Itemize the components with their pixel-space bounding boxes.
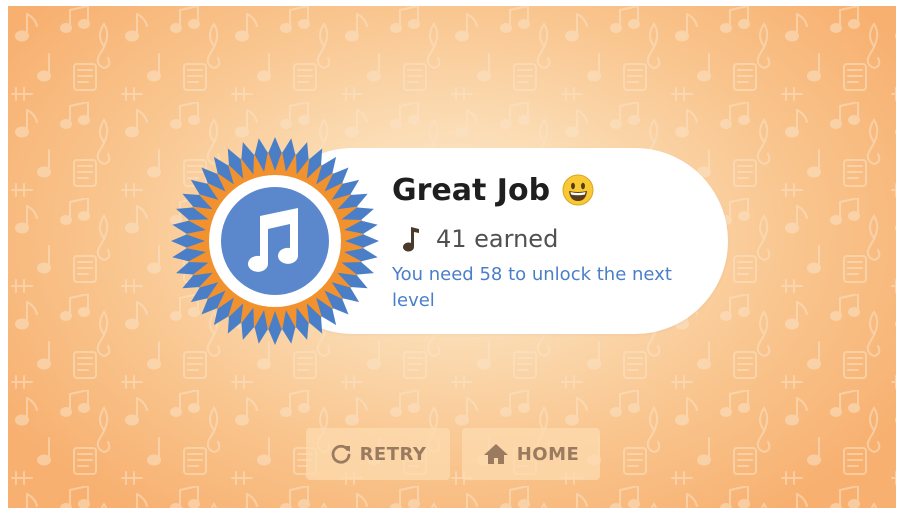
home-button[interactable]: HOME: [462, 428, 600, 480]
music-note-badge-icon: [171, 137, 379, 345]
home-label: HOME: [516, 443, 580, 465]
retry-label: RETRY: [359, 443, 427, 465]
earned-text: 41 earned: [436, 225, 559, 253]
result-title: Great Job: [392, 170, 594, 210]
retry-icon: [331, 444, 350, 464]
unlock-message: You need 58 to unlock the next level: [392, 264, 672, 311]
result-title-text: Great Job: [392, 172, 551, 208]
retry-button[interactable]: RETRY: [306, 428, 450, 480]
music-note-icon: [403, 227, 419, 252]
earned-row: 41 earned: [400, 222, 558, 256]
grinning-face-emoji-icon: [562, 174, 594, 206]
home-icon: [483, 444, 508, 464]
